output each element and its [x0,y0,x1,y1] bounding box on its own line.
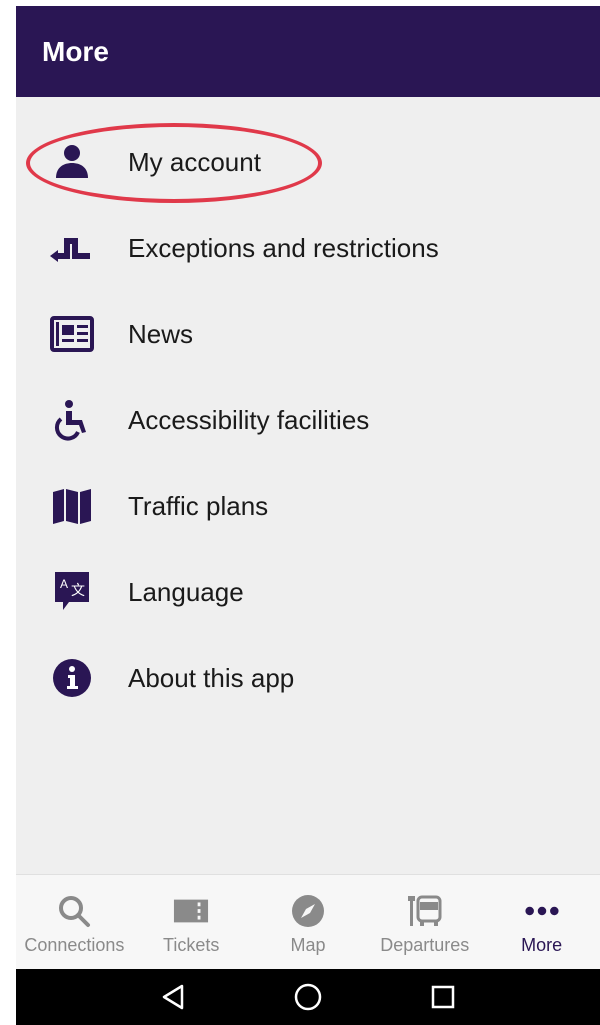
tab-tickets[interactable]: Tickets [133,875,250,970]
system-navigation-bar [16,969,600,1025]
bottom-tab-bar: Connections Tickets Map Departures More [16,874,600,970]
person-icon [50,140,94,184]
menu-item-label: Exceptions and restrictions [128,232,439,263]
tab-label: Tickets [163,935,220,955]
search-icon [56,893,92,929]
newspaper-icon [50,312,94,356]
svg-text:A: A [60,577,68,591]
menu-item-news[interactable]: News [16,291,600,377]
tab-departures[interactable]: Departures [366,875,483,970]
menu-item-label: Language [128,576,244,607]
menu-item-label: About this app [128,662,295,693]
tab-label: Map [290,935,326,955]
menu-item-accessibility[interactable]: Accessibility facilities [16,377,600,463]
menu-item-my-account[interactable]: My account [16,119,600,205]
menu-item-exceptions[interactable]: Exceptions and restrictions [16,205,600,291]
recents-icon[interactable] [423,977,463,1017]
translate-icon: A 文 [50,570,94,614]
menu-item-label: Traffic plans [128,490,269,521]
menu-item-about[interactable]: About this app [16,635,600,721]
back-icon[interactable] [153,977,193,1017]
tab-label: More [521,935,563,955]
detour-icon [50,226,94,270]
tab-more[interactable]: More [483,875,600,970]
menu-item-language[interactable]: A 文 Language [16,549,600,635]
page-title: More [42,35,109,67]
ticket-icon [173,893,209,929]
tab-label: Connections [24,935,125,955]
menu-item-label: Accessibility facilities [128,404,370,435]
compass-icon [290,893,326,929]
app-header: More [16,6,600,97]
app-screen: More My account Exceptions and restricti… [16,6,600,1025]
tab-map[interactable]: Map [250,875,367,970]
wheelchair-icon [50,398,94,442]
svg-text:文: 文 [71,583,85,599]
more-dots-icon [524,893,560,929]
menu-item-label: My account [128,146,261,177]
map-book-icon [50,484,94,528]
menu-item-traffic-plans[interactable]: Traffic plans [16,463,600,549]
tab-connections[interactable]: Connections [16,875,133,970]
tab-label: Departures [380,935,470,955]
menu-item-label: News [128,318,194,349]
info-icon [50,656,94,700]
bus-stop-icon [407,893,443,929]
home-icon[interactable] [288,977,328,1017]
